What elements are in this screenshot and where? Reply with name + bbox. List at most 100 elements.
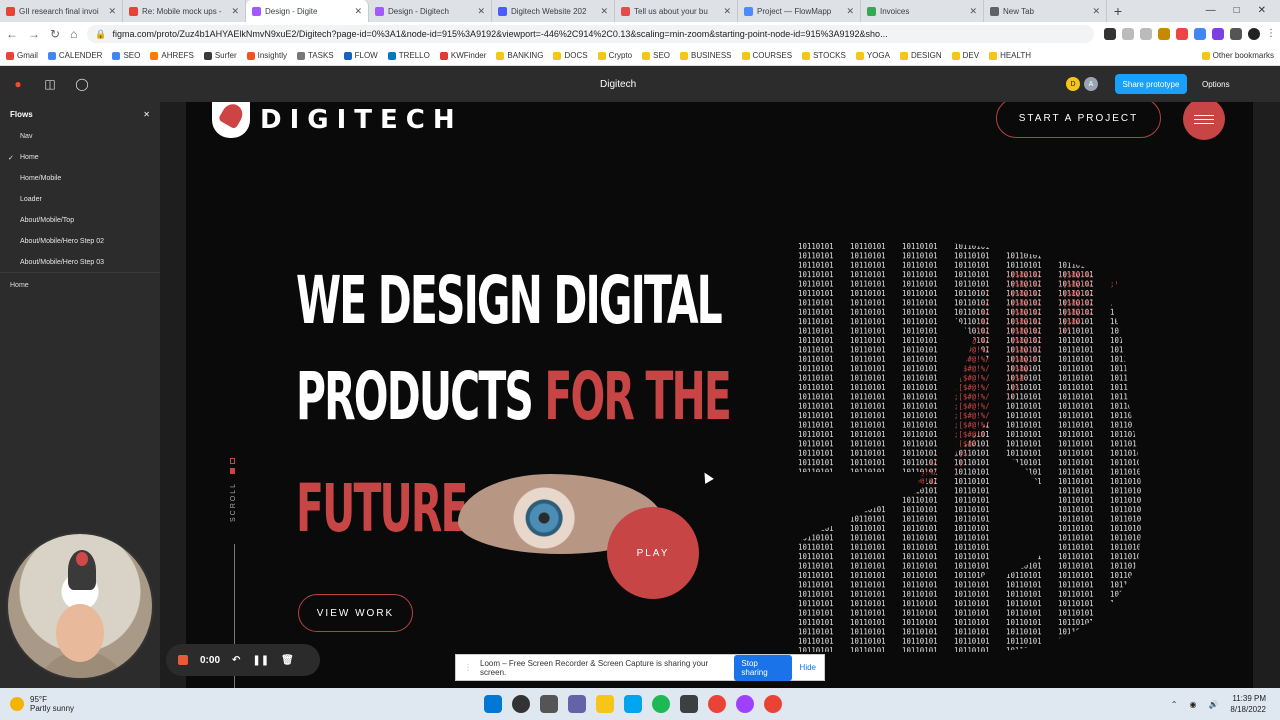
app-icon[interactable] <box>680 695 698 713</box>
current-frame-label[interactable]: Home <box>10 282 29 289</box>
browser-tab[interactable]: Project — FlowMapp ✕ <box>738 0 861 22</box>
browser-tab[interactable]: GII research final invoi ✕ <box>0 0 123 22</box>
document-title[interactable]: Digitech <box>600 79 636 90</box>
view-work-button[interactable]: VIEW WORK <box>298 594 413 632</box>
volume-icon[interactable]: 🔊 <box>1208 700 1218 709</box>
bookmark-item[interactable]: STOCKS <box>802 51 846 60</box>
sidebar-toggle-icon[interactable]: ◫ <box>42 76 58 92</box>
extension-icon[interactable] <box>1194 28 1206 40</box>
bookmark-item[interactable]: COURSES <box>741 51 792 60</box>
bookmark-item[interactable]: SEO <box>112 51 140 60</box>
other-bookmarks[interactable]: Other bookmarks <box>1201 51 1274 60</box>
browser-tab[interactable]: Design - Digite ✕ <box>246 0 369 22</box>
close-tab-icon[interactable]: ✕ <box>846 6 854 17</box>
bookmark-item[interactable]: AHREFS <box>150 51 194 60</box>
back-icon[interactable]: ← <box>6 27 18 41</box>
webcam-bubble[interactable] <box>6 532 154 680</box>
puzzle-icon[interactable] <box>1230 28 1242 40</box>
skype-icon[interactable] <box>624 695 642 713</box>
teams-icon[interactable] <box>568 695 586 713</box>
weather-widget[interactable]: 95°F Partly sunny <box>10 695 74 713</box>
star-icon[interactable] <box>1140 28 1152 40</box>
bookmark-item[interactable]: Crypto <box>597 51 632 60</box>
spotify-icon[interactable] <box>652 695 670 713</box>
avatar[interactable]: A <box>1084 77 1098 91</box>
bookmark-item[interactable]: TRELLO <box>387 51 430 60</box>
browser-tab[interactable]: Digitech Website 202 ✕ <box>492 0 615 22</box>
share-prototype-button[interactable]: Share prototype <box>1115 74 1187 94</box>
flow-item[interactable]: About/Mobile/Top <box>0 210 160 231</box>
bookmark-item[interactable]: SEO <box>642 51 670 60</box>
trash-icon[interactable]: 🗑 <box>281 655 294 666</box>
profile-avatar[interactable] <box>1248 28 1260 40</box>
home-icon[interactable]: ⌂ <box>70 27 77 41</box>
chevron-up-icon[interactable]: ⌃ <box>1171 700 1178 709</box>
bookmark-item[interactable]: Insightly <box>246 51 287 60</box>
close-tab-icon[interactable]: ✕ <box>477 6 485 17</box>
forward-icon[interactable]: → <box>28 27 40 41</box>
start-icon[interactable] <box>484 695 502 713</box>
bookmark-item[interactable]: FLOW <box>343 51 378 60</box>
stop-recording-icon[interactable] <box>178 655 188 665</box>
new-tab-button[interactable]: + <box>1107 0 1129 22</box>
bookmark-item[interactable]: DEV <box>951 51 979 60</box>
flow-item[interactable]: About/Mobile/Hero Step 03 <box>0 252 160 272</box>
browser-tab[interactable]: Tell us about your bu ✕ <box>615 0 738 22</box>
flow-item[interactable]: Loader <box>0 189 160 210</box>
url-field[interactable]: 🔒 figma.com/proto/Zuz4b1AHYAElkNmvN9xuE2… <box>87 25 1094 43</box>
play-button[interactable]: PLAY <box>607 507 699 599</box>
reload-icon[interactable]: ↻ <box>50 27 60 41</box>
browser-tab[interactable]: New Tab ✕ <box>984 0 1107 22</box>
stop-sharing-button[interactable]: Stop sharing <box>734 654 792 681</box>
bookmark-item[interactable]: Surfer <box>203 51 237 60</box>
close-tab-icon[interactable]: ✕ <box>354 6 362 17</box>
bookmark-item[interactable]: BANKING <box>496 51 543 60</box>
avatar[interactable]: D <box>1066 77 1080 91</box>
flow-item[interactable]: Home/Mobile <box>0 168 160 189</box>
pause-icon[interactable]: ❚❚ <box>252 655 269 666</box>
digitech-logo[interactable]: DIGITECH <box>212 102 463 138</box>
close-tab-icon[interactable]: ✕ <box>1092 6 1100 17</box>
close-tab-icon[interactable]: ✕ <box>108 6 116 17</box>
start-project-button[interactable]: START A PROJECT <box>996 102 1161 138</box>
close-tab-icon[interactable]: ✕ <box>231 6 239 17</box>
bookmark-item[interactable]: KWFinder <box>439 51 486 60</box>
close-tab-icon[interactable]: ✕ <box>969 6 977 17</box>
chrome-icon[interactable] <box>708 695 726 713</box>
extension-icon[interactable] <box>1176 28 1188 40</box>
figma-logo-icon[interactable]: ● <box>10 76 26 92</box>
maximize-icon[interactable]: □ <box>1234 0 1240 22</box>
bookmark-item[interactable]: YOGA <box>855 51 890 60</box>
hide-button[interactable]: Hide <box>800 663 816 672</box>
folder-icon[interactable] <box>596 695 614 713</box>
share-icon[interactable] <box>1122 28 1134 40</box>
bookmark-item[interactable]: DOCS <box>553 51 588 60</box>
undo-icon[interactable]: ↶ <box>232 655 240 666</box>
clock[interactable]: 11:39 PM 8/18/2022 <box>1230 693 1266 715</box>
minimize-icon[interactable]: — <box>1206 0 1216 22</box>
flow-item[interactable]: About/Mobile/Hero Step 02 <box>0 231 160 252</box>
wifi-icon[interactable]: ◉ <box>1189 700 1196 709</box>
task-view-icon[interactable] <box>540 695 558 713</box>
flow-item[interactable]: Nav <box>0 126 160 147</box>
camera-icon[interactable] <box>1104 28 1116 40</box>
search-icon[interactable] <box>512 695 530 713</box>
bookmark-item[interactable]: Gmail <box>6 51 38 60</box>
options-menu[interactable]: Options <box>1202 80 1230 89</box>
bookmark-item[interactable]: BUSINESS <box>680 51 732 60</box>
extension-icon[interactable] <box>1158 28 1170 40</box>
close-window-icon[interactable]: ✕ <box>1258 0 1266 22</box>
browser-tab[interactable]: Re: Mobile mock ups - ✕ <box>123 0 246 22</box>
bookmark-item[interactable]: DESIGN <box>899 51 942 60</box>
messenger-icon[interactable] <box>736 695 754 713</box>
bookmark-item[interactable]: CALENDER <box>47 51 102 60</box>
close-icon[interactable]: ✕ <box>143 110 150 119</box>
close-tab-icon[interactable]: ✕ <box>723 6 731 17</box>
close-tab-icon[interactable]: ✕ <box>600 6 608 17</box>
extension-icon[interactable] <box>1212 28 1224 40</box>
comment-icon[interactable]: ◯ <box>74 76 90 92</box>
more-icon[interactable]: ⋮ <box>1266 28 1276 40</box>
browser-tab[interactable]: Design - Digitech ✕ <box>369 0 492 22</box>
flow-item[interactable]: Home <box>0 147 160 168</box>
bookmark-item[interactable]: TASKS <box>296 51 334 60</box>
